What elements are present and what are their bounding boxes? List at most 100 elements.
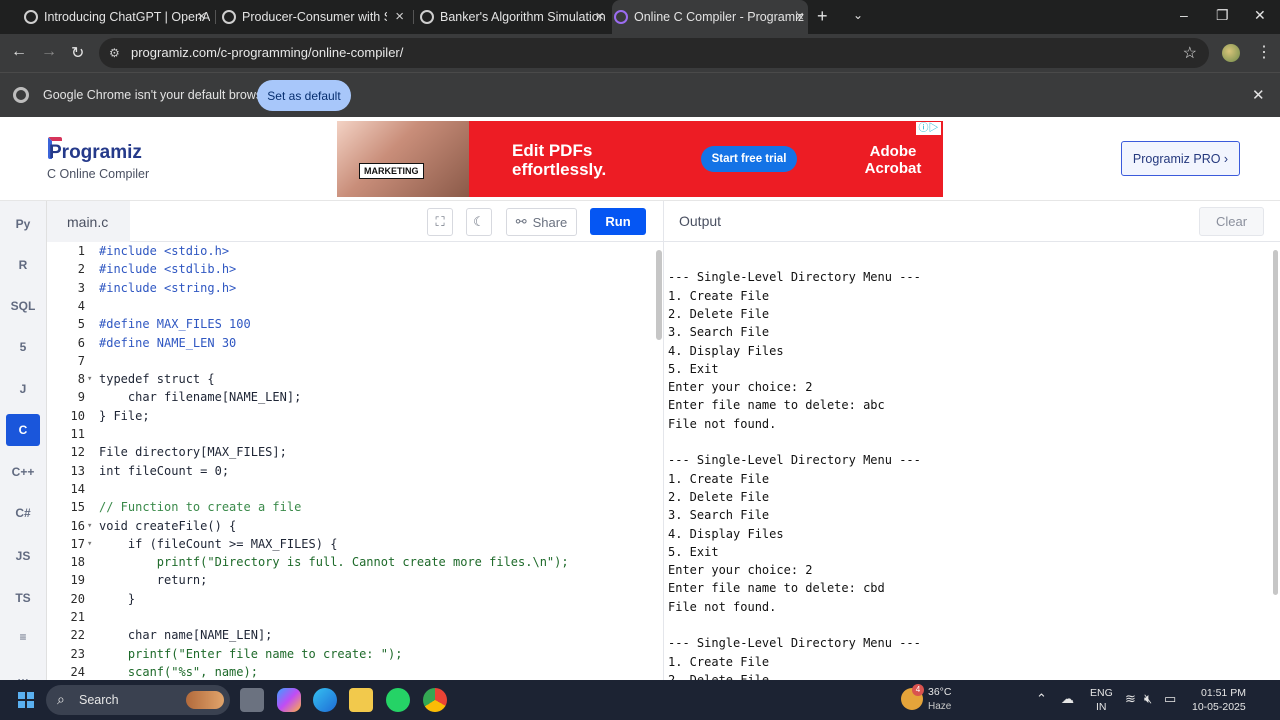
close-window-icon[interactable]: ✕	[1254, 7, 1266, 24]
code-line[interactable]: 11	[47, 425, 652, 443]
close-tab-icon[interactable]: ×	[197, 8, 206, 25]
new-tab-icon[interactable]: +	[817, 6, 828, 27]
code-line[interactable]: 10} File;	[47, 407, 652, 425]
code-line[interactable]: 12 File directory[MAX_FILES];	[47, 443, 652, 461]
html-icon[interactable]: 5	[6, 331, 40, 363]
code-line[interactable]: 23 printf("Enter file name to create: ")…	[47, 645, 652, 663]
minimize-icon[interactable]: –	[1180, 7, 1188, 23]
code-line[interactable]: 20 }	[47, 590, 652, 608]
code-line[interactable]: 3 #include <string.h>	[47, 279, 652, 297]
cpp-icon[interactable]: C++	[6, 456, 40, 488]
dark-mode-button[interactable]: ☾	[466, 208, 492, 236]
advertisement-banner[interactable]: MARKETING Edit PDFs effortlessly. Start …	[337, 121, 943, 197]
code-line[interactable]: 2 #include <stdlib.h>	[47, 260, 652, 278]
file-explorer-icon[interactable]	[349, 688, 373, 712]
share-button[interactable]: ⚯ Share	[506, 208, 577, 236]
copilot-icon[interactable]	[277, 688, 301, 712]
code-line[interactable]: 24 scanf("%s", name);	[47, 663, 652, 680]
java-icon[interactable]: J	[6, 373, 40, 405]
code-line[interactable]: 1 #include <stdio.h>	[47, 242, 652, 260]
clear-button[interactable]: Clear	[1199, 207, 1264, 236]
code-line[interactable]: 16 ▾ void createFile() {	[47, 517, 652, 535]
list-icon[interactable]: ≡	[6, 621, 40, 653]
back-arrow-icon[interactable]: ←	[11, 43, 27, 61]
fold-arrow-icon[interactable]: ▾	[87, 535, 92, 553]
tab-search-chevron-icon[interactable]: ⌄	[853, 8, 863, 22]
code-line[interactable]: 7	[47, 352, 652, 370]
programiz-pro-button[interactable]: Programiz PRO ›	[1121, 141, 1240, 176]
code-line[interactable]: 15 // Function to create a file	[47, 498, 652, 516]
clock-time[interactable]: 01:51 PM	[1201, 687, 1246, 699]
onedrive-cloud-icon[interactable]: ☁	[1061, 691, 1074, 707]
r-icon[interactable]: R	[6, 249, 40, 281]
tab-producer-consumer[interactable]: Producer-Consumer with Sema ×	[220, 0, 408, 34]
url-text[interactable]: programiz.com/c-programming/online-compi…	[131, 45, 403, 60]
tab-chatgpt[interactable]: Introducing ChatGPT | OpenAI ×	[22, 0, 210, 34]
input-region[interactable]: IN	[1096, 701, 1107, 713]
code-line[interactable]: 5 #define MAX_FILES 100	[47, 315, 652, 333]
reload-icon[interactable]: ↻	[71, 43, 84, 63]
close-tab-icon[interactable]: ×	[395, 8, 404, 25]
editor-scrollbar[interactable]	[656, 250, 662, 340]
code-line[interactable]: 18 printf("Directory is full. Cannot cre…	[47, 553, 652, 571]
output-line: --- Single-Level Directory Menu ---	[668, 453, 921, 468]
ad-choices-icon[interactable]: ⓘ▷	[916, 122, 941, 135]
javascript-icon[interactable]: JS	[6, 540, 40, 572]
forward-arrow-icon[interactable]: →	[41, 43, 57, 61]
task-view-icon[interactable]	[240, 688, 264, 712]
code-line[interactable]: 9 char filename[NAME_LEN];	[47, 388, 652, 406]
code-line[interactable]: 6 #define NAME_LEN 30	[47, 334, 652, 352]
tab-divider	[215, 10, 216, 24]
output-scrollbar[interactable]	[1273, 250, 1278, 595]
chrome-taskbar-icon[interactable]	[423, 688, 447, 712]
close-infobar-icon[interactable]: ✕	[1252, 86, 1265, 104]
output-console[interactable]: --- Single-Level Directory Menu --- 1. Cr…	[663, 242, 1280, 680]
code-line[interactable]: 19 return;	[47, 571, 652, 589]
fullscreen-button[interactable]: ⛶	[427, 208, 453, 236]
set-as-default-button[interactable]: Set as default	[257, 80, 351, 111]
clock-date[interactable]: 10-05-2025	[1192, 701, 1246, 713]
taskbar-search-box[interactable]: ⌕ Search	[46, 685, 230, 715]
run-button[interactable]: Run	[590, 208, 646, 235]
python-icon[interactable]: Py	[6, 208, 40, 240]
chevron-up-icon[interactable]: ⌃	[1036, 691, 1047, 707]
weather-temperature[interactable]: 36°C	[928, 686, 951, 698]
address-bar[interactable]: ⚙ programiz.com/c-programming/online-com…	[99, 38, 1209, 68]
tab-bankers-algorithm[interactable]: Banker's Algorithm Simulation ×	[418, 0, 608, 34]
csharp-icon[interactable]: C#	[6, 497, 40, 529]
battery-icon[interactable]: ▭	[1164, 691, 1176, 707]
whatsapp-icon[interactable]	[386, 688, 410, 712]
input-language[interactable]: ENG	[1090, 687, 1113, 699]
typescript-icon[interactable]: TS	[6, 582, 40, 614]
code-line[interactable]: 13 int fileCount = 0;	[47, 462, 652, 480]
code-line[interactable]: 17 ▾ if (fileCount >= MAX_FILES) {	[47, 535, 652, 553]
edge-icon[interactable]	[313, 688, 337, 712]
code-editor[interactable]: 1 #include <stdio.h> 2 #include <stdlib.h> 3…	[47, 242, 663, 680]
code-line[interactable]: 21	[47, 608, 652, 626]
database-icon[interactable]: SQL	[6, 290, 40, 322]
code-line[interactable]: 8 ▾ typedef struct {	[47, 370, 652, 388]
profile-avatar[interactable]	[1222, 44, 1240, 62]
logo-text[interactable]: Programiz	[49, 142, 142, 164]
tab-online-c-compiler[interactable]: Online C Compiler - Programiz ×	[612, 0, 808, 34]
close-tab-icon[interactable]: ×	[795, 8, 804, 25]
c-icon[interactable]: C	[6, 414, 40, 446]
fold-arrow-icon[interactable]: ▾	[87, 517, 92, 535]
close-tab-icon[interactable]: ×	[595, 8, 604, 25]
weather-description[interactable]: Haze	[928, 701, 951, 712]
file-tab-main-c[interactable]: main.c	[47, 201, 130, 242]
code-line[interactable]: 14	[47, 480, 652, 498]
bookmark-star-icon[interactable]: ☆	[1183, 43, 1197, 63]
output-line: 5. Exit	[668, 544, 719, 559]
wifi-icon[interactable]: ≋	[1125, 691, 1136, 707]
code-line[interactable]: 22 char name[NAME_LEN];	[47, 626, 652, 644]
volume-icon[interactable]: 🔇︎	[1144, 691, 1152, 707]
code-line[interactable]: 4	[47, 297, 652, 315]
line-number: 22	[70, 628, 85, 643]
fold-arrow-icon[interactable]: ▾	[87, 370, 92, 388]
browser-menu-icon[interactable]: ⋮	[1256, 42, 1272, 62]
maximize-icon[interactable]: ❐	[1216, 7, 1229, 24]
site-info-icon[interactable]: ⚙	[109, 46, 123, 60]
ad-start-trial-button[interactable]: Start free trial	[701, 146, 797, 172]
windows-start-icon[interactable]	[18, 692, 34, 708]
